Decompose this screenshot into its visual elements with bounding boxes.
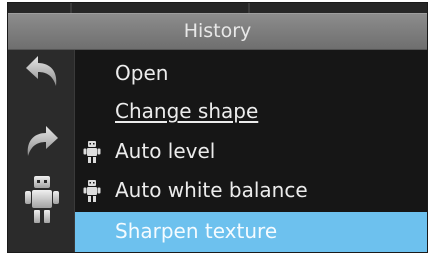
- history-item-auto-white-balance[interactable]: Auto white balance: [75, 171, 427, 211]
- history-item-sharpen-texture[interactable]: Sharpen texture: [75, 212, 427, 252]
- history-item-label: Open: [115, 61, 169, 85]
- undo-icon: [26, 56, 57, 86]
- redo-icon: [27, 126, 58, 156]
- history-list: Open Change shape Auto level Auto white …: [75, 50, 427, 252]
- robot-icon: [25, 176, 59, 223]
- history-item-auto-level[interactable]: Auto level: [75, 132, 427, 172]
- history-item-label: Change shape: [115, 99, 259, 123]
- robot-icon: [83, 180, 101, 202]
- redo-button[interactable]: [22, 122, 62, 166]
- history-item-change-shape[interactable]: Change shape: [75, 92, 427, 132]
- history-toolbar: [8, 50, 75, 252]
- undo-button[interactable]: [22, 52, 62, 96]
- top-strip: [8, 3, 427, 13]
- auto-button[interactable]: [22, 176, 62, 223]
- history-item-open[interactable]: Open: [75, 54, 427, 94]
- history-item-label: Sharpen texture: [115, 219, 278, 243]
- panel-title: History: [183, 20, 252, 42]
- history-item-label: Auto white balance: [115, 178, 308, 202]
- history-item-label: Auto level: [115, 139, 216, 163]
- robot-icon: [83, 141, 101, 163]
- history-panel: History Open Change shape Auto level Aut…: [7, 2, 428, 253]
- history-window: History Open Change shape Auto level Aut…: [0, 0, 432, 255]
- panel-header: History: [8, 13, 427, 50]
